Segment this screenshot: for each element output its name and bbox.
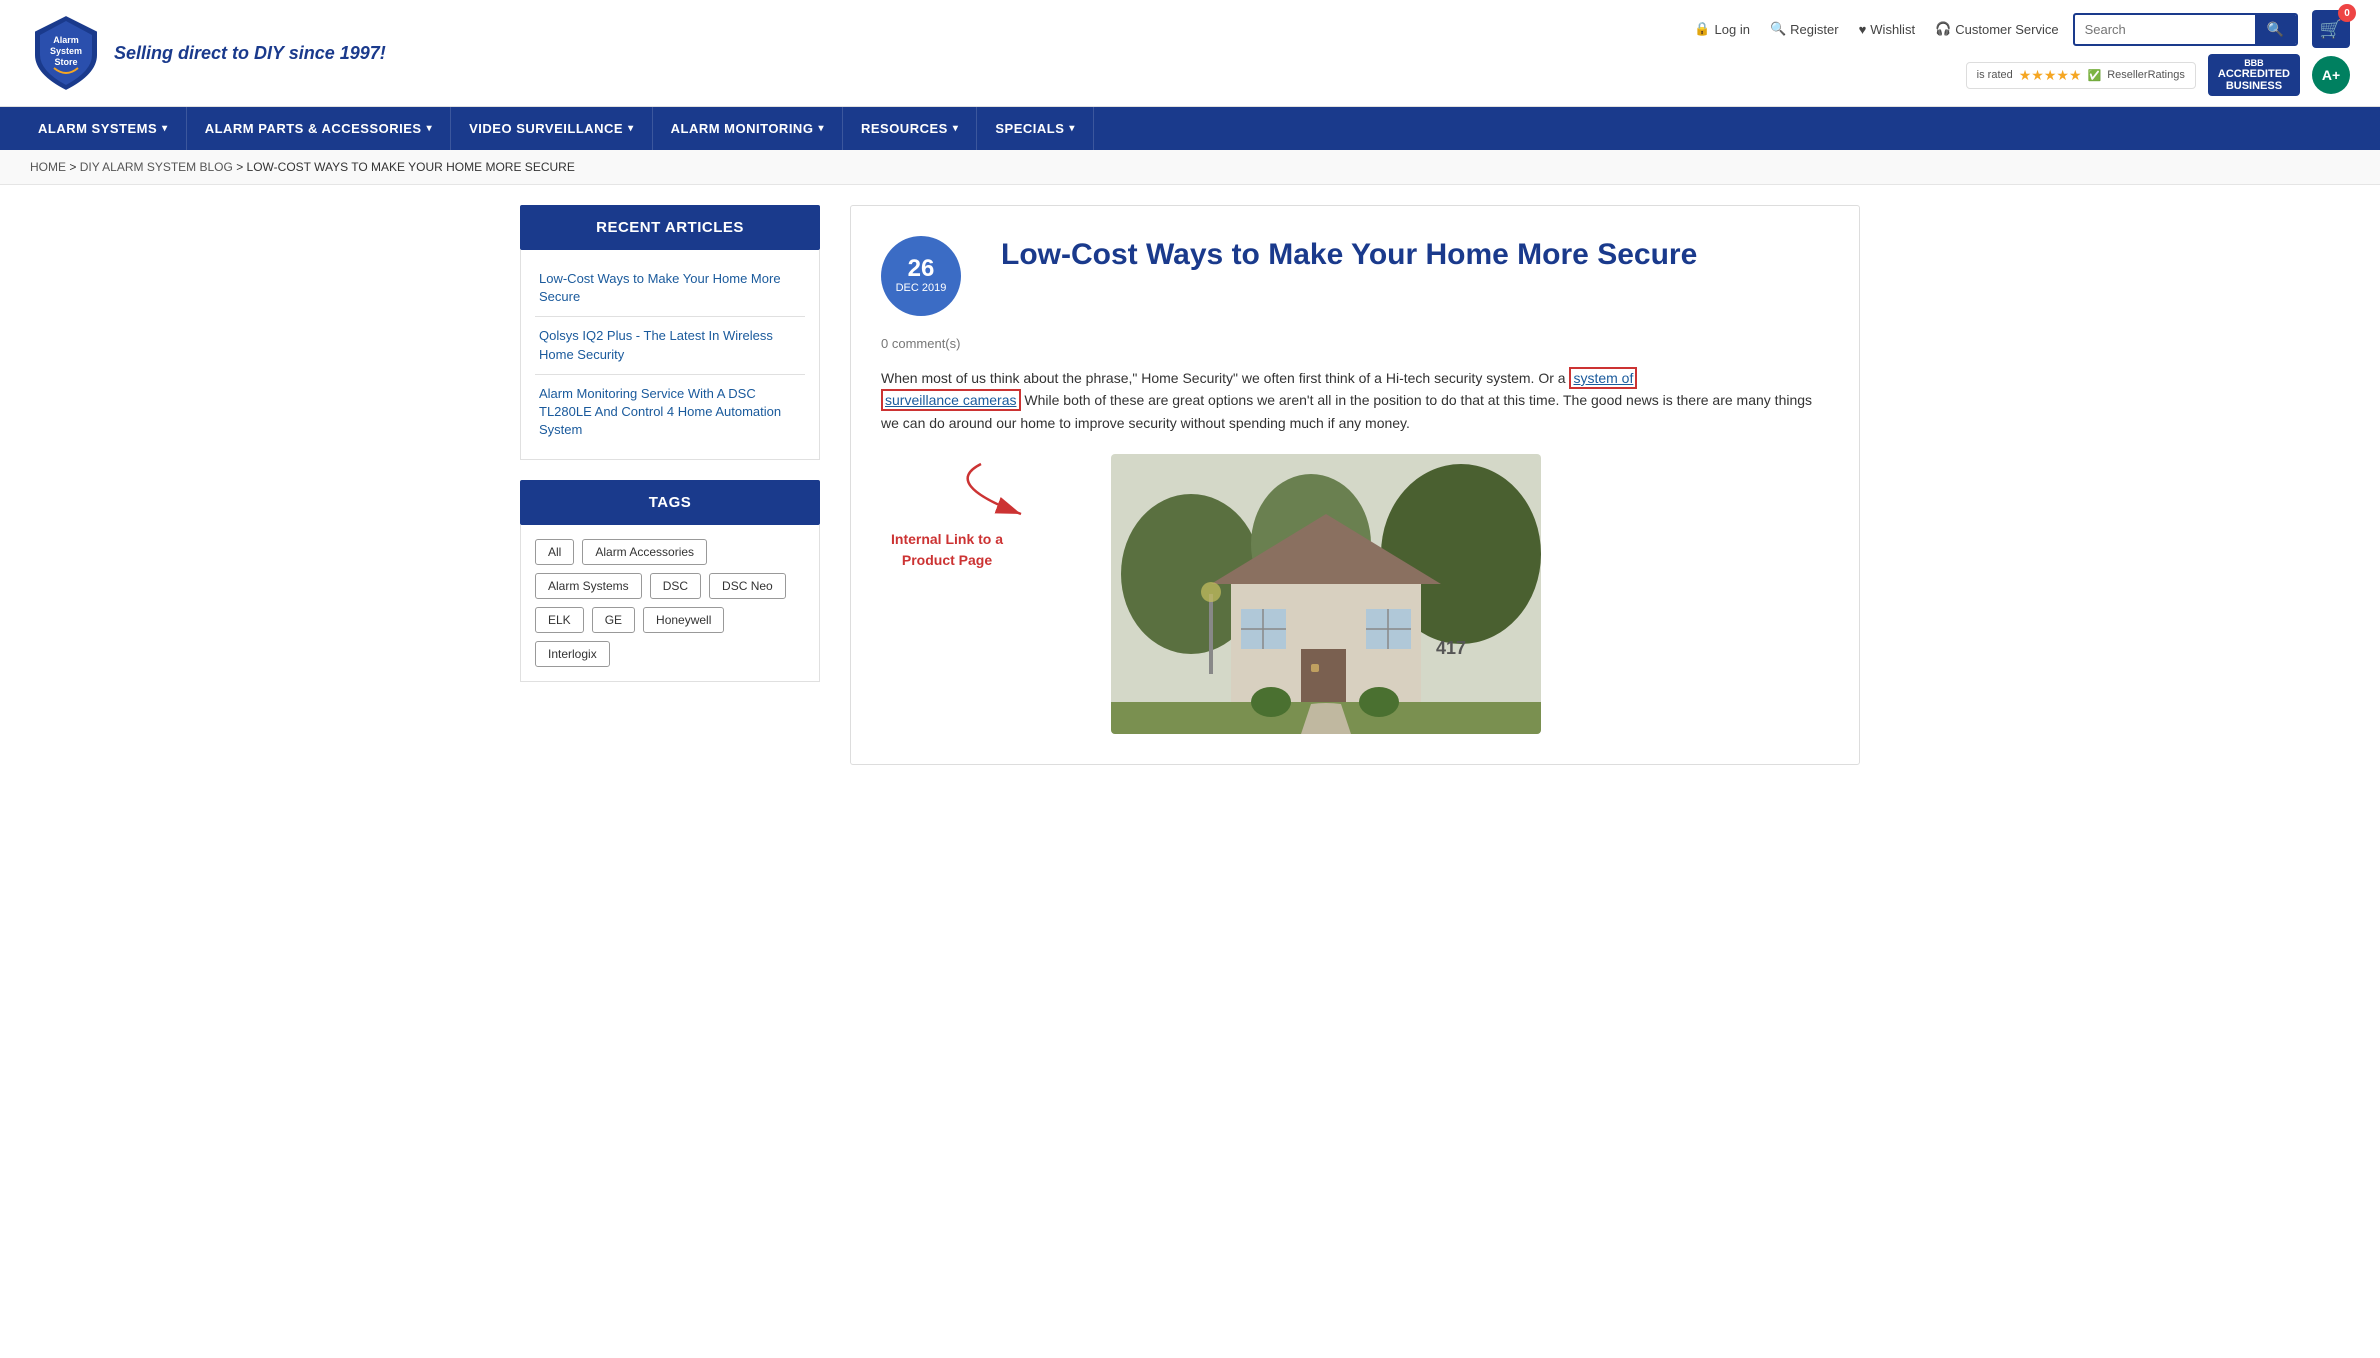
tag-honeywell[interactable]: Honeywell	[643, 607, 724, 633]
customer-service-link[interactable]: 🎧 Customer Service	[1935, 21, 2059, 37]
body-text-1: When most of us think about the phrase,"…	[881, 370, 1569, 386]
bbb-label: ACCREDITED BUSINESS	[2218, 68, 2290, 92]
nav-item-alarm-systems[interactable]: ALARM SYSTEMS ▾	[20, 107, 187, 150]
article-header: 26 DEC 2019 Low-Cost Ways to Make Your H…	[881, 236, 1829, 316]
arrow-annotation: Internal Link to aProduct Page	[881, 454, 1081, 557]
chevron-down-icon: ▾	[953, 123, 959, 134]
chevron-down-icon: ▾	[818, 123, 824, 134]
nav-item-specials[interactable]: SPECIALS ▾	[977, 107, 1094, 150]
search-button[interactable]: 🔍	[2255, 15, 2296, 44]
tag-dsc-neo[interactable]: DSC Neo	[709, 573, 786, 599]
article-date-badge: 26 DEC 2019	[881, 236, 961, 316]
internal-link-surveillance-cameras[interactable]: surveillance cameras	[881, 389, 1021, 411]
svg-text:System: System	[50, 46, 82, 56]
nav-item-alarm-parts[interactable]: ALARM PARTS & ACCESSORIES ▾	[187, 107, 451, 150]
annotation-label: Internal Link to aProduct Page	[891, 529, 1003, 571]
breadcrumb-home[interactable]: HOME	[30, 160, 66, 174]
nav-bar: ALARM SYSTEMS ▾ ALARM PARTS & ACCESSORIE…	[0, 107, 2380, 150]
logo-icon: Alarm System Store	[30, 13, 102, 93]
sidebar-articles: Low-Cost Ways to Make Your Home More Sec…	[520, 250, 820, 460]
tag-elk[interactable]: ELK	[535, 607, 584, 633]
wishlist-link[interactable]: ♥ Wishlist	[1859, 22, 1916, 37]
headset-icon: 🎧	[1935, 21, 1951, 37]
top-header: Alarm System Store Selling direct to DIY…	[0, 0, 2380, 107]
search-input[interactable]	[2075, 16, 2255, 43]
top-links: 🔒 Log in 🔍 Register ♥ Wishlist 🎧 Custome…	[1694, 21, 2058, 37]
body-text-2: While both of these are great options we…	[881, 392, 1812, 430]
article-date-month: DEC 2019	[896, 281, 947, 295]
nav-item-resources[interactable]: RESOURCES ▾	[843, 107, 977, 150]
chevron-down-icon: ▾	[1069, 123, 1075, 134]
stars-icon: ★★★★★	[2019, 67, 2082, 84]
internal-link-system-of[interactable]: system of	[1569, 367, 1637, 389]
sidebar-article-2[interactable]: Qolsys IQ2 Plus - The Latest In Wireless…	[535, 317, 805, 374]
article-title: Low-Cost Ways to Make Your Home More Sec…	[1001, 236, 1829, 274]
tag-alarm-systems[interactable]: Alarm Systems	[535, 573, 642, 599]
lock-icon: 🔒	[1694, 21, 1710, 37]
recent-articles-title: RECENT ARTICLES	[520, 205, 820, 250]
breadcrumb: HOME > DIY ALARM SYSTEM BLOG > LOW-COST …	[0, 150, 2380, 185]
top-right: 🔒 Log in 🔍 Register ♥ Wishlist 🎧 Custome…	[1694, 10, 2350, 96]
ap-badge: A+	[2312, 56, 2350, 94]
house-image-svg: 417	[1111, 454, 1541, 734]
chevron-down-icon: ▾	[628, 123, 634, 134]
reseller-badge: is rated ★★★★★ ✅ ResellerRatings	[1966, 62, 2196, 89]
badges-row: is rated ★★★★★ ✅ ResellerRatings BBB ACC…	[1966, 54, 2350, 96]
tags-container: All Alarm Accessories Alarm Systems DSC …	[520, 525, 820, 682]
tag-dsc[interactable]: DSC	[650, 573, 701, 599]
bbb-title: BBB	[2218, 58, 2290, 68]
person-icon: 🔍	[1770, 21, 1786, 37]
article-date-day: 26	[908, 257, 935, 281]
annotation-section: Internal Link to aProduct Page	[881, 454, 1829, 734]
tag-ge[interactable]: GE	[592, 607, 635, 633]
tags-title: TAGS	[520, 480, 820, 525]
tag-alarm-accessories[interactable]: Alarm Accessories	[582, 539, 707, 565]
article-area: 26 DEC 2019 Low-Cost Ways to Make Your H…	[850, 205, 1860, 765]
search-bar: 🔍	[2073, 13, 2298, 46]
article-body: When most of us think about the phrase,"…	[881, 367, 1829, 434]
house-image: 417	[1111, 454, 1541, 734]
reseller-sub: ResellerRatings	[2107, 69, 2185, 81]
cart-badge: 0	[2338, 4, 2356, 22]
breadcrumb-blog[interactable]: DIY ALARM SYSTEM BLOG	[80, 160, 233, 174]
sidebar-article-1[interactable]: Low-Cost Ways to Make Your Home More Sec…	[535, 260, 805, 317]
svg-text:Alarm: Alarm	[53, 35, 79, 45]
svg-text:Store: Store	[54, 57, 77, 67]
sidebar-article-3[interactable]: Alarm Monitoring Service With A DSC TL28…	[535, 375, 805, 450]
tag-all[interactable]: All	[535, 539, 574, 565]
reseller-label: is rated	[1977, 69, 2013, 81]
nav-item-alarm-monitoring[interactable]: ALARM MONITORING ▾	[653, 107, 843, 150]
nav-item-video-surveillance[interactable]: VIDEO SURVEILLANCE ▾	[451, 107, 652, 150]
comment-count: 0 comment(s)	[881, 336, 1829, 351]
check-icon: ✅	[2088, 69, 2102, 82]
login-link[interactable]: 🔒 Log in	[1694, 21, 1750, 37]
cart-button[interactable]: 🛒 0	[2312, 10, 2350, 48]
main-content: RECENT ARTICLES Low-Cost Ways to Make Yo…	[490, 185, 1890, 785]
chevron-down-icon: ▾	[162, 123, 168, 134]
breadcrumb-separator: >	[69, 160, 79, 174]
svg-text:417: 417	[1436, 638, 1466, 658]
sidebar: RECENT ARTICLES Low-Cost Ways to Make Yo…	[520, 205, 820, 765]
logo-area: Alarm System Store Selling direct to DIY…	[30, 13, 386, 93]
chevron-down-icon: ▾	[427, 123, 433, 134]
breadcrumb-current: LOW-COST WAYS TO MAKE YOUR HOME MORE SEC…	[247, 160, 575, 174]
bbb-badge: BBB ACCREDITED BUSINESS	[2208, 54, 2300, 96]
logo-tagline: Selling direct to DIY since 1997!	[114, 43, 386, 64]
tag-interlogix[interactable]: Interlogix	[535, 641, 610, 667]
breadcrumb-separator: >	[236, 160, 246, 174]
heart-icon: ♥	[1859, 22, 1867, 37]
register-link[interactable]: 🔍 Register	[1770, 21, 1839, 37]
